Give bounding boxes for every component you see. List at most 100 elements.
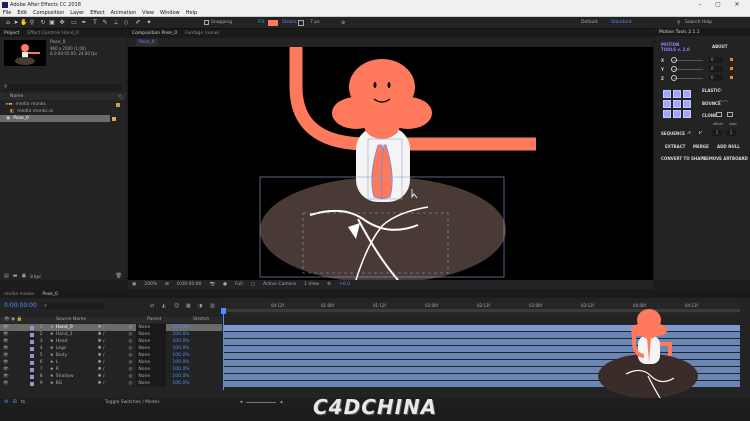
name-column-header[interactable]: Name 🏷	[0, 93, 126, 101]
tab-effect-controls[interactable]: Effect Controls Hand_0	[23, 31, 82, 36]
y-value-input[interactable]: 0	[709, 66, 723, 72]
parent-select[interactable]: None	[136, 338, 167, 345]
selection-tool-icon[interactable]: ➤	[12, 19, 20, 27]
search-help-input[interactable]: Search Help	[685, 19, 712, 27]
sequence-step-input[interactable]: 1	[726, 130, 736, 136]
layer-name[interactable]: L	[56, 359, 96, 366]
sequence-ascending-icon[interactable]: ⩘	[687, 129, 690, 137]
sequence-button[interactable]: SEQUENCE	[661, 131, 685, 136]
z-slider-handle[interactable]	[671, 75, 677, 81]
graph-editor-icon[interactable]: ▥	[210, 303, 215, 309]
layer-switches[interactable]: ✱ ∕	[98, 380, 105, 387]
fill-swatch[interactable]	[268, 20, 278, 26]
workspace-standard[interactable]: Standard	[611, 19, 631, 27]
merge-button[interactable]: MERGE	[693, 144, 709, 149]
anchor-top-left-button[interactable]	[663, 90, 671, 98]
layer-name[interactable]: Hand_0	[56, 324, 96, 331]
visibility-icon[interactable]: 👁	[3, 359, 9, 366]
stretch-value[interactable]: 100.0%	[172, 366, 189, 373]
parent-pickwhip-icon[interactable]: ◎	[128, 359, 132, 366]
layer-switches[interactable]: ✱ ∕	[98, 331, 105, 338]
convert-to-shape-button[interactable]: CONVERT TO SHAPE	[661, 156, 706, 161]
bit-depth[interactable]: 8 bpc	[30, 274, 41, 279]
menu-effect[interactable]: Effect	[90, 10, 104, 16]
maximize-icon[interactable]: ▢	[711, 0, 725, 9]
label-color[interactable]	[29, 367, 34, 372]
rotate-tool-icon[interactable]: ↻	[39, 19, 47, 27]
list-item[interactable]: ◧ media monks.ai	[0, 108, 126, 115]
menu-layer[interactable]: Layer	[70, 10, 84, 16]
layer-switches[interactable]: ✱ ∕	[98, 373, 105, 380]
table-row[interactable]: 👁 2 ★ Hand_1 ✱ ∕ ◎ None 100.0%	[0, 331, 222, 338]
parent-pickwhip-icon[interactable]: ◎	[128, 366, 132, 373]
parent-select[interactable]: None	[136, 366, 167, 373]
source-name-header[interactable]: Source Name	[56, 317, 86, 322]
list-item[interactable]: ▣ Pose_0	[0, 115, 110, 122]
snapping-checkbox[interactable]	[204, 20, 209, 25]
visibility-icon[interactable]: 👁	[3, 373, 9, 380]
parent-pickwhip-icon[interactable]: ◎	[128, 324, 132, 331]
pen-tool-icon[interactable]: ✒	[80, 19, 88, 27]
parent-select[interactable]: None	[136, 352, 167, 359]
visibility-icon[interactable]: 👁	[3, 366, 9, 373]
table-row[interactable]: 👁 5 ★ Body ✱ ∕ ◎ None 100.0%	[0, 352, 222, 359]
label-color[interactable]	[29, 353, 34, 358]
y-slider-handle[interactable]	[671, 66, 677, 72]
menu-help[interactable]: Help	[186, 10, 197, 16]
type-tool-icon[interactable]: T	[91, 19, 99, 27]
visibility-icon[interactable]: 👁	[3, 331, 9, 338]
layer-name[interactable]: Legs	[56, 345, 96, 352]
tab-project[interactable]: Project	[0, 31, 23, 36]
layer-name[interactable]: R	[56, 366, 96, 373]
layer-switches[interactable]: ✱ ∕	[98, 352, 105, 359]
color-channel-icon[interactable]: ●	[223, 282, 227, 287]
menu-animation[interactable]: Animation	[111, 10, 137, 16]
sequence-descending-icon[interactable]: ⩗	[699, 129, 702, 137]
menu-file[interactable]: File	[3, 10, 11, 16]
label-color[interactable]	[29, 374, 34, 379]
z-value-input[interactable]: 0	[709, 75, 723, 81]
new-comp-icon[interactable]: ▣	[21, 273, 26, 279]
always-preview-icon[interactable]: ▣	[132, 282, 136, 287]
label-color[interactable]	[29, 360, 34, 365]
layer-name[interactable]: BG	[56, 380, 96, 387]
parent-select[interactable]: None	[136, 324, 167, 331]
anchor-top-button[interactable]	[673, 90, 681, 98]
layer-switches[interactable]: ✱ ∕	[98, 366, 105, 373]
add-null-button[interactable]: ADD NULL	[717, 144, 740, 149]
minimize-icon[interactable]: –	[693, 0, 707, 9]
view-layout-select[interactable]: 1 View	[304, 282, 319, 287]
parent-header[interactable]: Parent	[147, 317, 161, 322]
menu-edit[interactable]: Edit	[17, 10, 27, 16]
table-row[interactable]: 👁 1 ★ Hand_0 ✱ ∕ ◎ None 100.0%	[0, 324, 222, 331]
stretch-value[interactable]: 100.0%	[172, 373, 189, 380]
x-slider[interactable]	[673, 60, 703, 61]
pan-behind-tool-icon[interactable]: ✥	[58, 19, 66, 27]
layer-switches[interactable]: ✱ ∕	[98, 345, 105, 352]
tab-motion-tools[interactable]: Motion Tools 2.1.1	[655, 30, 704, 35]
workspace-default[interactable]: Default	[581, 19, 597, 27]
layer-switches[interactable]: ✱ ∕	[98, 338, 105, 345]
timeline-timecode[interactable]: 0:00:00:00	[4, 302, 37, 309]
breadcrumb[interactable]: Pose_0	[136, 39, 158, 46]
visibility-icon[interactable]: 👁	[3, 324, 9, 331]
layer-switches[interactable]: ✱ ∕	[98, 359, 105, 366]
x-slider-handle[interactable]	[671, 57, 677, 63]
anchor-left-button[interactable]	[663, 100, 671, 108]
region-icon[interactable]: ▢	[251, 282, 255, 287]
timeline-zoom-slider[interactable]	[246, 401, 277, 403]
parent-select[interactable]: None	[136, 380, 167, 387]
anchor-center-button[interactable]	[673, 100, 681, 108]
z-keyframe-icon[interactable]	[730, 76, 733, 79]
visibility-icon[interactable]: 👁	[3, 338, 9, 345]
about-button[interactable]: ABOUT	[712, 44, 728, 49]
layer-switches-icon[interactable]: ⊞	[12, 399, 16, 405]
layer-name[interactable]: Shadow	[56, 373, 96, 380]
parent-pickwhip-icon[interactable]: ◎	[128, 380, 132, 387]
puppet-tool-icon[interactable]: ✦	[145, 19, 153, 27]
eraser-tool-icon[interactable]: ◇	[122, 19, 130, 27]
label-color[interactable]	[29, 346, 34, 351]
transfer-controls-icon[interactable]: ⇆	[21, 399, 25, 405]
draft-3d-icon[interactable]: ◭	[162, 303, 166, 309]
parent-select[interactable]: None	[136, 331, 167, 338]
